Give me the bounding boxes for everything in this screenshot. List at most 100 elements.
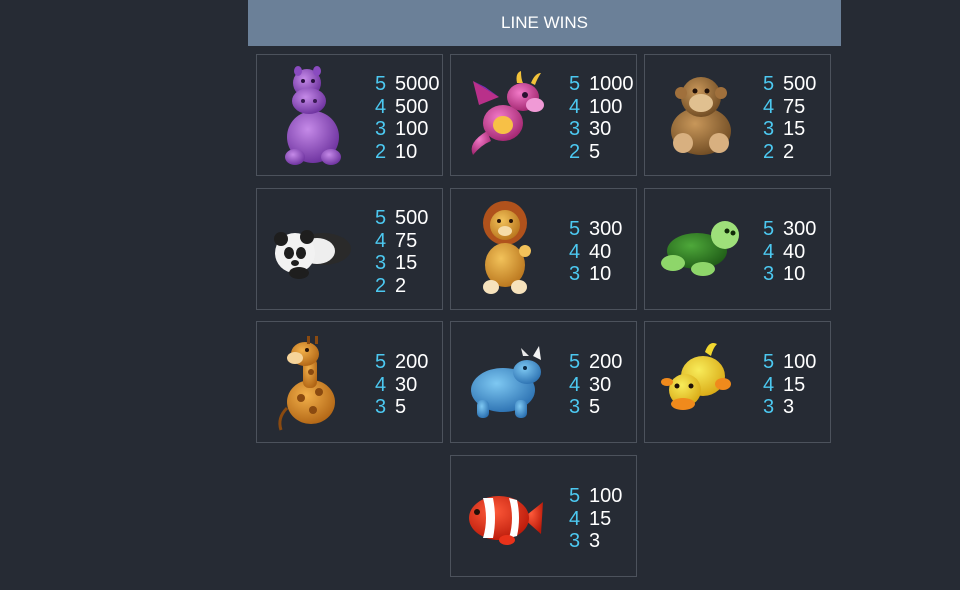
pay-count: 5 — [763, 351, 775, 373]
purple-hippo-icon — [265, 61, 361, 169]
pay-row: 5 300 — [569, 218, 622, 241]
pay-row: 4 30 — [569, 374, 622, 397]
pay-count: 4 — [375, 95, 387, 118]
pay-amount: 3 — [783, 396, 795, 418]
pay-row: 5 200 — [569, 351, 622, 374]
pay-amount: 300 — [783, 218, 817, 240]
pay-amount: 5 — [589, 140, 601, 163]
pay-amount: 5 — [589, 396, 601, 418]
pay-amount: 75 — [783, 95, 806, 118]
pay-row: 4 500 — [375, 96, 440, 119]
pink-dragon-icon — [459, 61, 555, 169]
pay-amount: 500 — [395, 207, 429, 229]
paytable-monkey: 5 500 4 75 3 15 22 — [763, 73, 816, 163]
pay-row: 3 10 — [569, 263, 622, 286]
symbol-card-lion: 5 300 4 40 3 10 — [450, 188, 637, 310]
pay-row: 33 — [569, 530, 622, 553]
pay-count: 4 — [569, 373, 581, 396]
pay-count: 5 — [763, 218, 775, 240]
pay-amount: 300 — [589, 218, 623, 240]
clownfish-icon — [459, 462, 555, 570]
pay-count: 2 — [763, 140, 775, 163]
pay-count: 4 — [569, 240, 581, 263]
pay-row: 3 100 — [375, 118, 440, 141]
pay-amount: 2 — [783, 140, 795, 163]
pay-amount: 200 — [395, 351, 429, 373]
pay-count: 5 — [375, 351, 387, 373]
rhino-icon — [459, 328, 555, 436]
pay-amount: 2 — [395, 274, 407, 297]
paytable-turtle: 5 300 4 40 3 10 — [763, 218, 816, 286]
panda-icon — [265, 195, 361, 303]
pay-count: 2 — [569, 140, 581, 163]
pay-row: 3 30 — [569, 118, 634, 141]
pay-row: 5 200 — [375, 351, 428, 374]
pay-row: 5 500 — [375, 207, 428, 230]
pay-row: 22 — [375, 275, 428, 298]
pay-row: 4 40 — [569, 241, 622, 264]
pay-count: 2 — [375, 140, 387, 163]
paytable-duck: 5 100 4 15 33 — [763, 351, 816, 419]
paytable-lion: 5 300 4 40 3 10 — [569, 218, 622, 286]
paytable-dragon: 5 1000 4 100 3 30 25 — [569, 73, 634, 163]
header-title: LINE WINS — [501, 13, 588, 32]
pay-amount: 1000 — [589, 73, 634, 95]
pay-amount: 100 — [589, 485, 623, 507]
pay-count: 5 — [569, 73, 581, 95]
pay-amount: 40 — [783, 240, 806, 263]
pay-count: 2 — [375, 274, 387, 297]
pay-count: 5 — [569, 218, 581, 240]
pay-count: 5 — [569, 485, 581, 507]
paytable-panda: 5 500 4 75 3 15 22 — [375, 207, 428, 297]
pay-amount: 30 — [589, 373, 612, 396]
pay-amount: 15 — [783, 118, 806, 140]
pay-row: 4 15 — [569, 508, 622, 531]
paytable-giraffe: 5 200 4 30 35 — [375, 351, 428, 419]
pay-count: 4 — [569, 95, 581, 118]
pay-row: 2 10 — [375, 141, 440, 164]
pay-row: 3 15 — [375, 252, 428, 275]
pay-row: 4 75 — [375, 230, 428, 253]
pay-count: 4 — [375, 373, 387, 396]
pay-row: 4 15 — [763, 374, 816, 397]
pay-count: 3 — [375, 396, 387, 418]
pay-amount: 3 — [589, 530, 601, 552]
pay-count: 5 — [375, 207, 387, 229]
symbol-card-panda: 5 500 4 75 3 15 22 — [256, 188, 443, 310]
pay-amount: 100 — [395, 118, 429, 140]
paytable-rhino: 5 200 4 30 35 — [569, 351, 622, 419]
giraffe-icon — [265, 328, 361, 436]
pay-row: 5 5000 — [375, 73, 440, 96]
pay-amount: 5 — [395, 396, 407, 418]
pay-count: 3 — [763, 396, 775, 418]
pay-row: 35 — [375, 396, 428, 419]
pay-count: 4 — [569, 507, 581, 530]
paytable-hippo: 5 5000 4 500 3 100 2 10 — [375, 73, 440, 163]
pay-row: 4 40 — [763, 241, 816, 264]
pay-row: 4 30 — [375, 374, 428, 397]
pay-row: 5 500 — [763, 73, 816, 96]
pay-amount: 5000 — [395, 73, 440, 95]
pay-row: 3 15 — [763, 118, 816, 141]
pay-row: 22 — [763, 141, 816, 164]
pay-amount: 100 — [783, 351, 817, 373]
pay-count: 3 — [569, 118, 581, 140]
symbol-card-giraffe: 5 200 4 30 35 — [256, 321, 443, 443]
pay-count: 4 — [763, 95, 775, 118]
symbol-card-clownfish: 5 100 4 15 33 — [450, 455, 637, 577]
duck-icon — [653, 328, 749, 436]
pay-row: 4 100 — [569, 96, 634, 119]
pay-count: 3 — [763, 118, 775, 140]
pay-row: 5 1000 — [569, 73, 634, 96]
monkey-icon — [653, 61, 749, 169]
pay-row: 5 100 — [569, 485, 622, 508]
pay-amount: 15 — [395, 252, 418, 274]
pay-count: 3 — [375, 252, 387, 274]
pay-amount: 40 — [589, 240, 612, 263]
pay-amount: 30 — [589, 118, 612, 140]
pay-amount: 15 — [783, 373, 806, 396]
symbol-card-duck: 5 100 4 15 33 — [644, 321, 831, 443]
symbol-card-monkey: 5 500 4 75 3 15 22 — [644, 54, 831, 176]
pay-amount: 10 — [783, 263, 806, 285]
pay-count: 4 — [375, 229, 387, 252]
